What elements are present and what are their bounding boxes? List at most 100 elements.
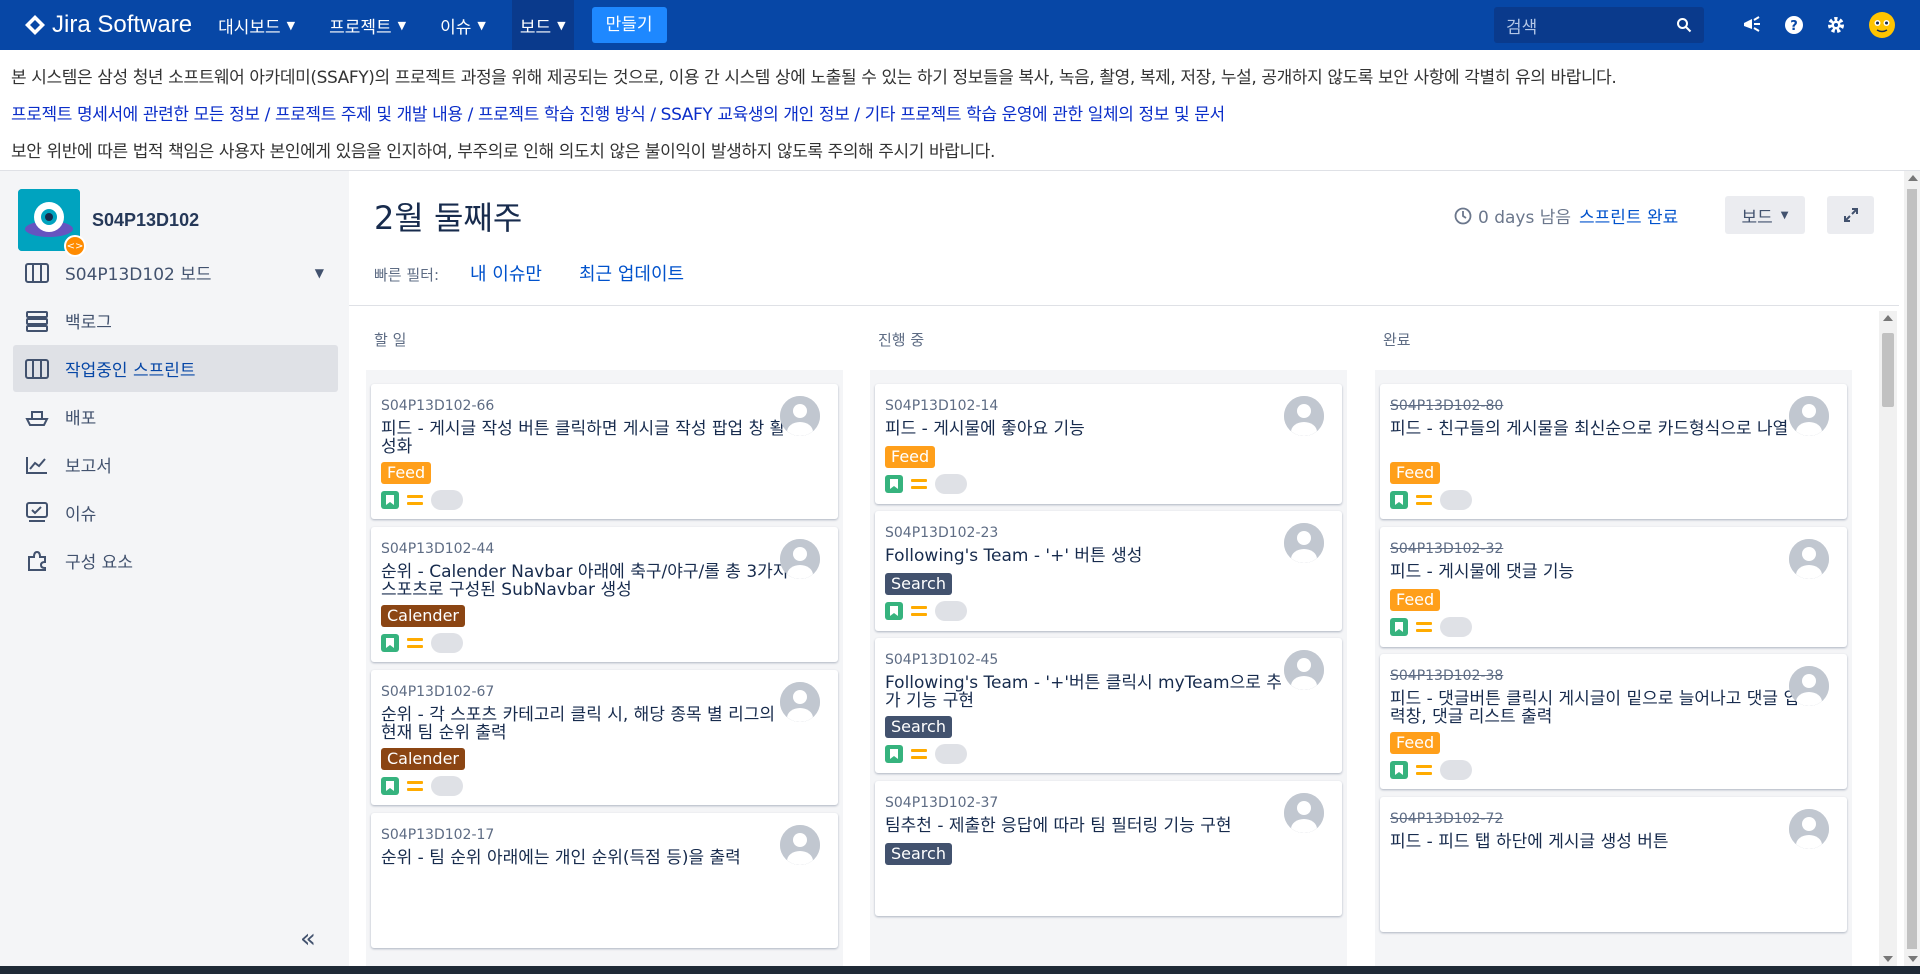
issue-key[interactable]: S04P13D102-66 (381, 398, 494, 414)
issue-key[interactable]: S04P13D102-37 (885, 795, 998, 811)
fullscreen-button[interactable] (1827, 196, 1874, 234)
priority-medium-icon (407, 495, 423, 505)
megaphone-icon[interactable] (1742, 16, 1762, 34)
issue-card[interactable]: S04P13D102-23 Following's Team - '+' 버튼 … (875, 511, 1342, 631)
create-button[interactable]: 만들기 (591, 7, 667, 43)
issue-card[interactable]: S04P13D102-45 Following's Team - '+'버튼 클… (875, 638, 1342, 773)
assignee-avatar[interactable] (1789, 396, 1829, 436)
card-icons (885, 601, 967, 621)
estimate-badge (935, 744, 967, 764)
scroll-up-icon[interactable] (1883, 315, 1893, 321)
search-input[interactable]: 검색 (1494, 7, 1704, 43)
issue-key[interactable]: S04P13D102-38 (1390, 668, 1503, 684)
issue-card[interactable]: S04P13D102-32 피드 - 게시물에 댓글 기능 Feed (1380, 527, 1847, 647)
issue-card[interactable]: S04P13D102-66 피드 - 게시글 작성 버튼 클릭하면 게시글 작성… (371, 384, 838, 519)
issue-card[interactable]: S04P13D102-37 팀추천 - 제출한 응답에 따라 팀 필터링 기능 … (875, 781, 1342, 916)
top-icons: ? (1742, 0, 1896, 50)
issue-card[interactable]: S04P13D102-44 순위 - Calender Navbar 아래에 축… (371, 527, 838, 662)
issue-card[interactable]: S04P13D102-72 피드 - 피드 탭 하단에 게시글 생성 버튼 (1380, 797, 1847, 932)
sidebar-item-active-sprint[interactable]: 작업중인 스프린트 (13, 345, 338, 392)
scroll-down-icon[interactable] (1908, 956, 1918, 962)
story-icon (885, 475, 903, 493)
scrollbar-thumb[interactable] (1882, 333, 1894, 407)
nav-dashboard[interactable]: 대시보드 ▼ (210, 0, 303, 50)
epic-label: Search (885, 843, 952, 865)
column-header-done: 완료 (1383, 331, 1411, 349)
issue-key[interactable]: S04P13D102-14 (885, 398, 998, 414)
jira-logo[interactable]: Jira Software (24, 11, 192, 39)
sidebar-item-reports[interactable]: 보고서 (13, 441, 338, 488)
assignee-avatar[interactable] (1789, 666, 1829, 706)
notice-line-1: 본 시스템은 삼성 청년 소프트웨어 아카데미(SSAFY)의 프로젝트 과정을… (11, 68, 1617, 88)
quick-filter-recent[interactable]: 최근 업데이트 (579, 260, 684, 286)
sprint-meta: 0 days 남음 스프린트 완료 (1454, 203, 1678, 228)
sidebar-item-releases[interactable]: 배포 (13, 393, 338, 440)
priority-medium-icon (911, 749, 927, 759)
issue-card[interactable]: S04P13D102-38 피드 - 댓글버튼 클릭시 게시글이 밑으로 늘어나… (1380, 654, 1847, 789)
scrollbar-thumb[interactable] (1907, 189, 1917, 949)
nav-projects[interactable]: 프로젝트 ▼ (321, 0, 414, 50)
issue-key[interactable]: S04P13D102-45 (885, 652, 998, 668)
scroll-up-icon[interactable] (1908, 175, 1918, 181)
card-icons (1390, 617, 1472, 637)
card-icons (885, 744, 967, 764)
assignee-avatar[interactable] (1789, 539, 1829, 579)
story-icon (381, 777, 399, 795)
board-scrollbar[interactable] (1879, 311, 1897, 966)
assignee-avatar[interactable] (780, 539, 820, 579)
issue-key[interactable]: S04P13D102-32 (1390, 541, 1503, 557)
issue-card[interactable]: S04P13D102-17 순위 - 팀 순위 아래에는 개인 순위(득점 등)… (371, 813, 838, 948)
sidebar-item-issues[interactable]: 이슈 (13, 489, 338, 536)
story-icon (381, 634, 399, 652)
issue-key[interactable]: S04P13D102-72 (1390, 811, 1503, 827)
divider (349, 305, 1899, 306)
project-header[interactable]: <> S04P13D102 (18, 189, 200, 257)
page-scrollbar[interactable] (1904, 171, 1920, 966)
assignee-avatar[interactable] (1284, 793, 1324, 833)
sidebar-item-board[interactable]: S04P13D102 보드 ▼ (13, 249, 338, 296)
complete-sprint-link[interactable]: 스프린트 완료 (1579, 203, 1678, 228)
project-name: S04P13D102 (92, 209, 200, 230)
estimate-badge (1440, 617, 1472, 637)
help-icon[interactable]: ? (1784, 15, 1804, 35)
issue-summary: 팀추천 - 제출한 응답에 따라 팀 필터링 기능 구현 (885, 816, 1232, 836)
user-avatar[interactable] (1868, 11, 1896, 39)
issue-key[interactable]: S04P13D102-17 (381, 827, 494, 843)
assignee-avatar[interactable] (780, 396, 820, 436)
issue-key[interactable]: S04P13D102-23 (885, 525, 998, 541)
issue-key[interactable]: S04P13D102-80 (1390, 398, 1503, 414)
quick-filter-my-issues[interactable]: 내 이슈만 (470, 260, 542, 286)
issue-summary: 순위 - 각 스포츠 카테고리 클릭 시, 해당 종목 별 리그의 현재 팀 순… (381, 705, 776, 743)
assignee-avatar[interactable] (1284, 523, 1324, 563)
assignee-avatar[interactable] (1284, 396, 1324, 436)
issue-card[interactable]: S04P13D102-67 순위 - 각 스포츠 카테고리 클릭 시, 해당 종… (371, 670, 838, 805)
sidebar-item-label: 작업중인 스프린트 (65, 361, 196, 381)
nav-issues[interactable]: 이슈 ▼ (432, 0, 494, 50)
epic-label: Calender (381, 605, 465, 627)
sidebar-item-backlog[interactable]: 백로그 (13, 297, 338, 344)
estimate-badge (431, 633, 463, 653)
notice-line-2[interactable]: 프로젝트 명세서에 관련한 모든 정보 / 프로젝트 주제 및 개발 내용 / … (11, 97, 1909, 134)
ship-icon (23, 407, 51, 427)
settings-icon[interactable] (1826, 15, 1846, 35)
assignee-avatar[interactable] (780, 825, 820, 865)
issue-summary: 피드 - 피드 탭 하단에 게시글 생성 버튼 (1390, 832, 1669, 852)
assignee-avatar[interactable] (780, 682, 820, 722)
assignee-avatar[interactable] (1789, 809, 1829, 849)
logo-text: Jira Software (52, 11, 193, 38)
sidebar-item-components[interactable]: 구성 요소 (13, 537, 338, 584)
collapse-sidebar-button[interactable]: « (300, 924, 316, 954)
issue-card[interactable]: S04P13D102-14 피드 - 게시물에 좋아요 기능 Feed (875, 384, 1342, 504)
scroll-down-icon[interactable] (1883, 956, 1893, 962)
estimate-badge (1440, 760, 1472, 780)
issue-summary: 순위 - 팀 순위 아래에는 개인 순위(득점 등)을 출력 (381, 848, 741, 868)
issue-key[interactable]: S04P13D102-44 (381, 541, 494, 557)
chart-icon (23, 455, 51, 475)
board-main: 2월 둘째주 0 days 남음 스프린트 완료 보드 ▼ 빠른 필터: 내 이… (349, 171, 1920, 966)
issue-card[interactable]: S04P13D102-80 피드 - 친구들의 게시물을 최신순으로 카드형식으… (1380, 384, 1847, 519)
issue-key[interactable]: S04P13D102-67 (381, 684, 494, 700)
assignee-avatar[interactable] (1284, 650, 1324, 690)
jira-icon (25, 15, 45, 35)
nav-boards[interactable]: 보드 ▼ (511, 0, 574, 50)
board-menu-button[interactable]: 보드 ▼ (1725, 196, 1805, 234)
